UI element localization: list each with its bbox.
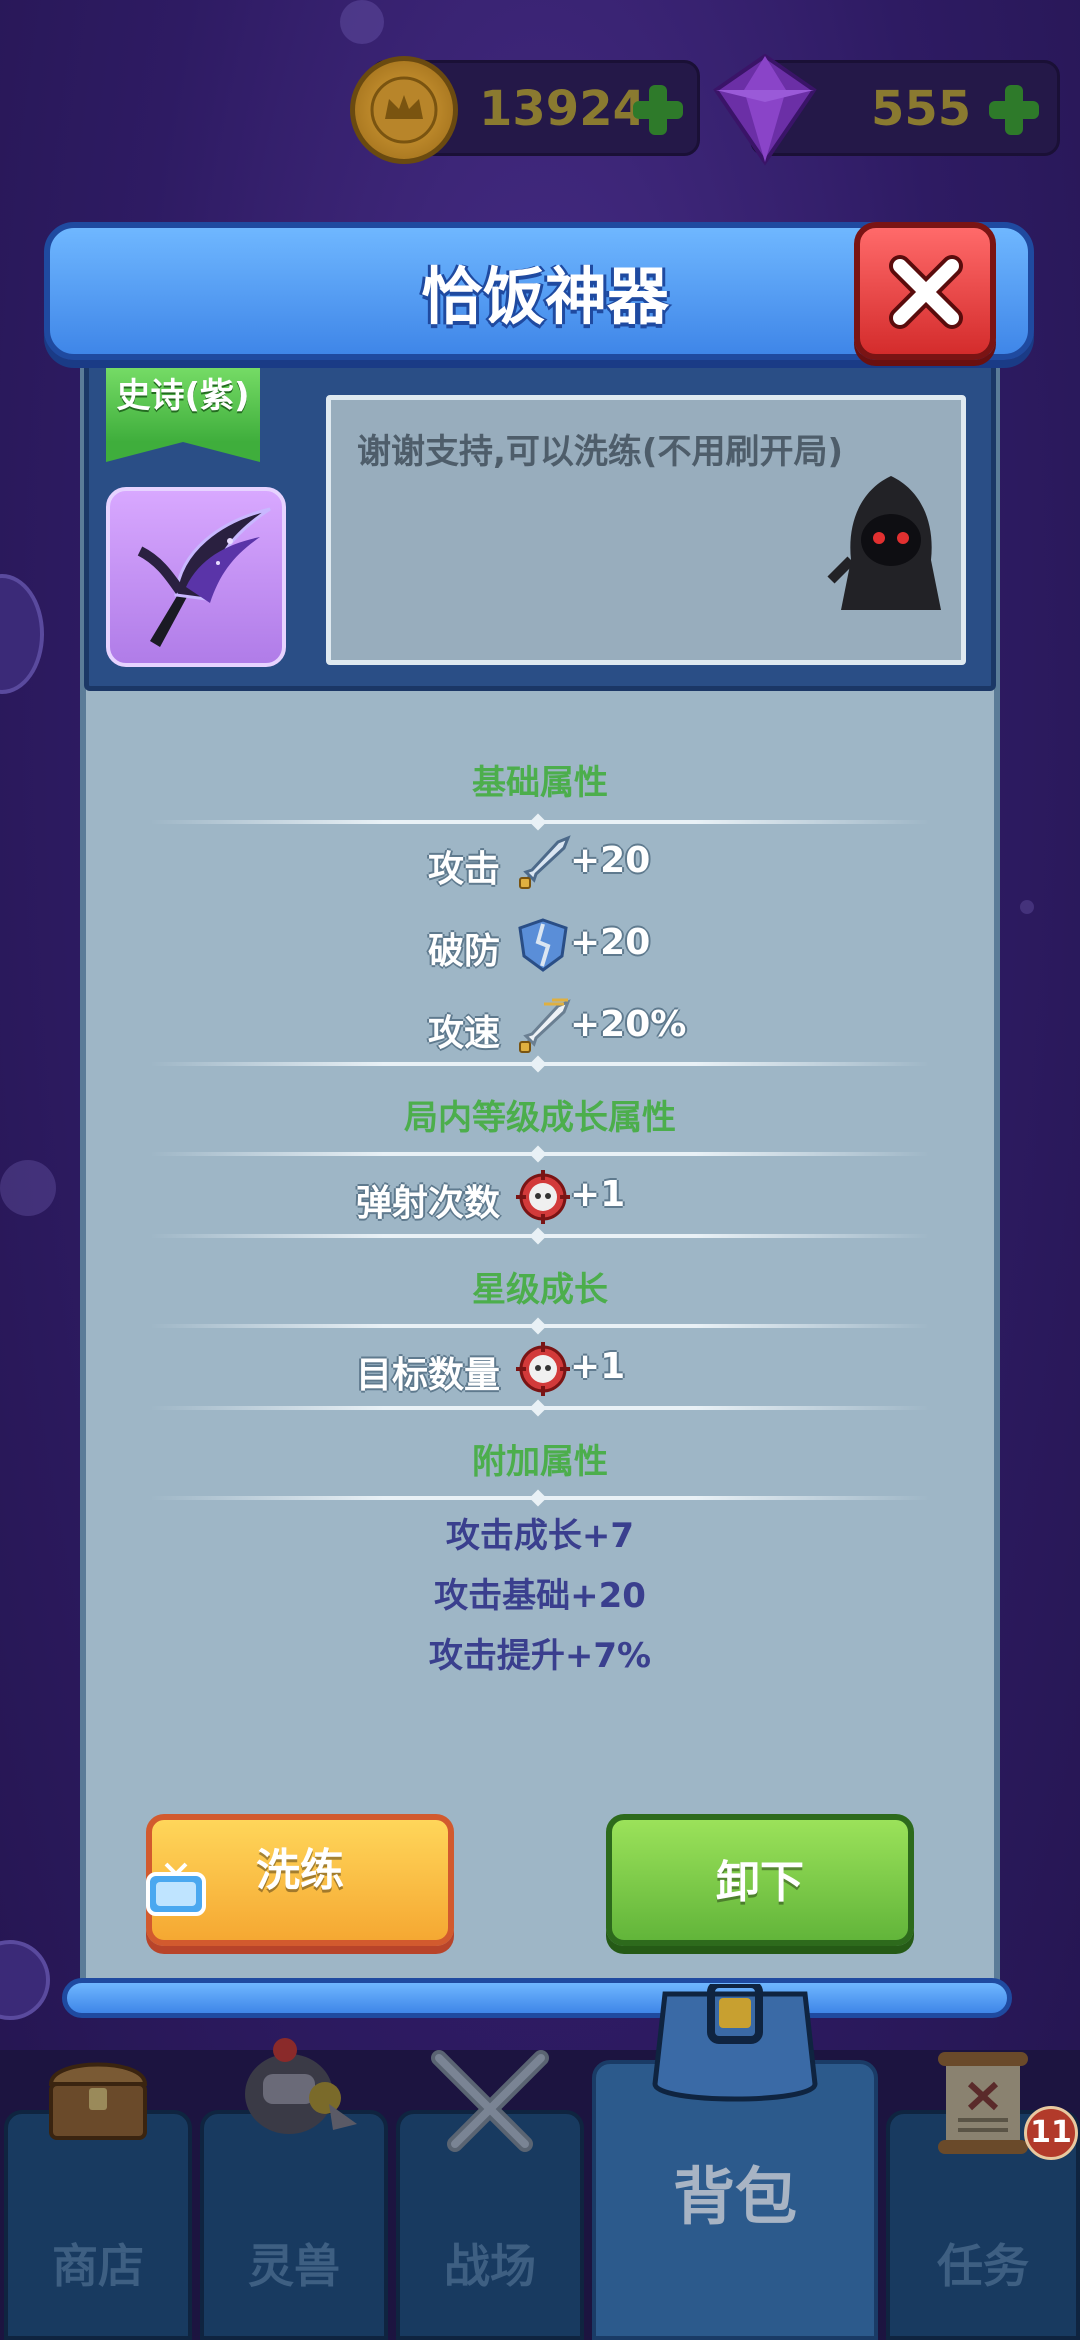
attr-row-bounce-count: 弹射次数 +1 <box>80 1168 1000 1228</box>
item-description: 谢谢支持,可以洗练(不用刷开局) <box>357 432 843 472</box>
side-avatar[interactable] <box>0 574 44 694</box>
section-divider <box>150 1496 930 1500</box>
attr-row-attack: 攻击 +20 <box>80 834 1000 894</box>
bokeh-light <box>340 0 384 44</box>
nav-tab-shop[interactable]: 商店 <box>4 2062 192 2340</box>
add-gold-button[interactable] <box>629 81 687 139</box>
attr-value: +20 <box>570 922 651 963</box>
close-button[interactable] <box>854 222 996 360</box>
hooded-reaper-icon <box>827 476 941 610</box>
extra-attr-line: 攻击基础+20 <box>434 1576 646 1616</box>
nav-tab-pets[interactable]: 灵兽 <box>200 2038 388 2340</box>
task-count-badge: 11 <box>1024 2106 1078 2160</box>
broken-shield-icon <box>518 918 568 972</box>
nav-label: 灵兽 <box>248 2239 340 2293</box>
bokeh-light <box>1020 900 1034 914</box>
purple-gem-icon <box>706 50 824 168</box>
section-title-star: 星级成长 <box>472 1270 608 1310</box>
attr-name: 弹射次数 <box>355 1183 500 1224</box>
unequip-button[interactable]: 卸下 <box>606 1814 914 1946</box>
treasure-chest-icon <box>48 2062 148 2140</box>
gold-value: 13924 <box>479 81 646 137</box>
add-gem-button[interactable] <box>985 81 1043 139</box>
section-divider <box>150 1152 930 1156</box>
section-divider <box>150 820 930 824</box>
section-title-extra: 附加属性 <box>472 1442 608 1482</box>
sword-icon <box>519 835 571 889</box>
attr-name: 攻击 <box>427 849 500 890</box>
side-avatar[interactable] <box>0 1940 50 2020</box>
nav-label: 战场 <box>444 2239 536 2293</box>
unequip-label: 卸下 <box>716 1857 804 1908</box>
rarity-ribbon: 史诗(紫) <box>106 360 260 462</box>
bokeh-light <box>0 1160 56 1216</box>
crown-coin-icon <box>350 56 458 164</box>
target-skull-icon <box>516 1342 570 1396</box>
section-title-base: 基础属性 <box>472 763 608 803</box>
section-divider <box>150 1324 930 1328</box>
dialog-footer <box>62 1978 1012 2018</box>
attr-name: 破防 <box>427 931 500 972</box>
extra-attr-line: 攻击成长+7 <box>445 1516 635 1556</box>
extra-attr-line: 攻击提升+7% <box>428 1636 652 1676</box>
rarity-label: 史诗(紫) <box>116 376 250 416</box>
nav-tab-battlefield[interactable]: 战场 <box>396 2050 584 2340</box>
target-skull-icon <box>516 1170 570 1224</box>
attr-row-target-count: 目标数量 +1 <box>80 1340 1000 1400</box>
gem-value: 555 <box>871 81 972 137</box>
attr-row-attack-speed: 攻速 +20% <box>80 998 1000 1058</box>
crossed-swords-icon <box>431 2050 549 2152</box>
scroll-icon <box>938 2052 1028 2154</box>
purple-scythe-icon <box>137 507 271 647</box>
knight-pet-icon <box>245 2038 357 2134</box>
attr-row-armor-break: 破防 +20 <box>80 916 1000 976</box>
nav-label: 背包 <box>672 2160 797 2233</box>
nav-tab-backpack[interactable]: 背包 <box>592 1984 878 2340</box>
reroll-button[interactable]: 洗练 <box>146 1814 454 1946</box>
nav-label: 任务 <box>937 2239 1029 2293</box>
attr-name: 攻速 <box>427 1013 500 1054</box>
attr-name: 目标数量 <box>355 1355 500 1396</box>
close-icon <box>889 255 963 329</box>
item-slot[interactable] <box>106 487 286 667</box>
attr-value: +20% <box>570 1004 687 1045</box>
section-divider <box>150 1234 930 1238</box>
section-title-growth: 局内等级成长属性 <box>404 1098 676 1138</box>
section-divider <box>150 1062 930 1066</box>
attr-value: +1 <box>570 1174 626 1215</box>
nav-label: 商店 <box>52 2239 144 2293</box>
description-box: 谢谢支持,可以洗练(不用刷开局) <box>326 395 966 665</box>
attr-value: +20 <box>570 840 651 881</box>
swift-sword-icon <box>519 998 571 1053</box>
backpack-icon <box>652 1984 818 2102</box>
reroll-label: 洗练 <box>256 1845 344 1896</box>
section-divider <box>150 1406 930 1410</box>
attr-value: +1 <box>570 1346 626 1387</box>
